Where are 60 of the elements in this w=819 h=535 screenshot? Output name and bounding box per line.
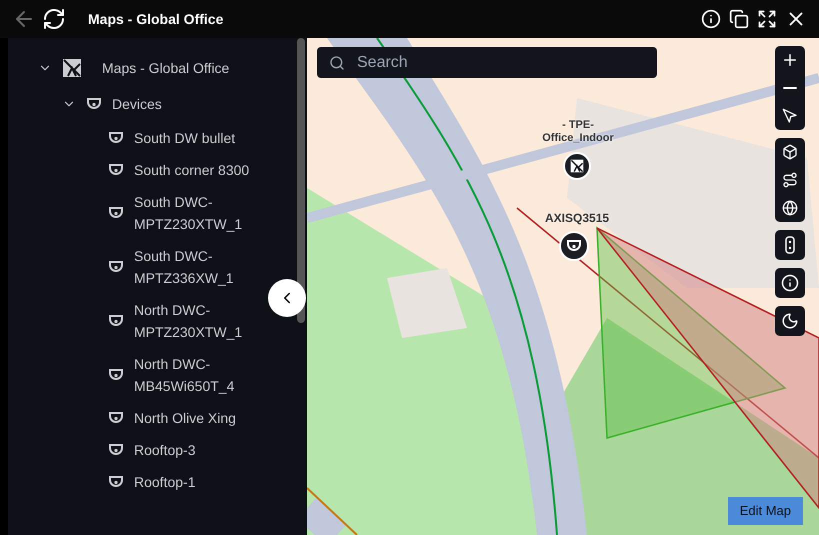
tree-item[interactable]: Devices (62, 86, 162, 122)
camera-icon (108, 367, 124, 383)
search-field[interactable]: Search (317, 47, 657, 78)
tree-item-label: North Olive Xing (134, 409, 236, 428)
tree-item[interactable]: Maps - Global Office (38, 50, 230, 86)
info-icon (781, 274, 799, 292)
scrollbar[interactable] (295, 38, 307, 535)
window-title: Maps - Global Office (88, 10, 224, 29)
edit-map-button[interactable]: Edit Map (728, 497, 803, 525)
tree-item[interactable]: North DWC-MB45Wi650T_4 (108, 348, 268, 402)
tree-item[interactable]: South DWC-MPTZ336XW_1 (108, 240, 268, 294)
tree-item-label: Maps - Global Office (102, 59, 230, 78)
tree-item[interactable]: South DW bullet (108, 122, 236, 154)
tree-item[interactable]: Rooftop-1 (108, 466, 196, 498)
camera-icon (86, 96, 102, 112)
camera-icon (108, 474, 124, 490)
camera-icon (108, 313, 124, 329)
camera-icon (108, 130, 124, 146)
globe-icon (782, 200, 798, 216)
dark-mode-button[interactable] (775, 306, 805, 336)
camera-icon (108, 259, 124, 275)
tree-item-label: South corner 8300 (134, 161, 250, 180)
camera-icon (108, 410, 124, 426)
search-input[interactable]: Search (357, 50, 645, 74)
search-icon (329, 54, 345, 70)
tree-item-label: Rooftop-3 (134, 441, 196, 460)
tree-item[interactable]: Rooftop-3 (108, 434, 196, 466)
camera-label: AXISQ3515 (545, 210, 610, 227)
camera-icon (108, 205, 124, 221)
camera-icon (566, 238, 582, 254)
route-icon (782, 172, 798, 188)
tree-item-label: Devices (112, 95, 162, 114)
tree-item[interactable]: South corner 8300 (108, 154, 250, 186)
windows-icon[interactable] (729, 9, 749, 29)
compass-icon (782, 108, 798, 124)
map-icon (570, 159, 584, 173)
camera-icon (108, 162, 124, 178)
scrollbar-thumb[interactable] (297, 38, 305, 323)
map-label: - TPE-Office_Indoor (541, 119, 615, 145)
tree-item[interactable]: South DWC-MPTZ230XTW_1 (108, 186, 268, 240)
map-icon (62, 58, 82, 78)
tree-item-label: South DW bullet (134, 129, 236, 148)
tree-item-label: South DWC-MPTZ230XTW_1 (134, 193, 244, 234)
traffic-light-icon (785, 236, 795, 254)
cube-icon (782, 144, 798, 160)
tree-item-label: Rooftop-1 (134, 473, 196, 492)
info-button[interactable] (775, 268, 805, 298)
tree-item[interactable]: North DWC-MPTZ230XTW_1 (108, 294, 268, 348)
tree-item-label: North DWC-MPTZ230XTW_1 (134, 301, 244, 342)
refresh-icon[interactable] (42, 7, 66, 31)
fullscreen-icon[interactable] (757, 9, 777, 29)
tree-item-label: South DWC-MPTZ336XW_1 (134, 247, 235, 288)
traffic-light-button[interactable] (775, 230, 805, 260)
moon-icon (781, 312, 799, 330)
plus-icon (781, 51, 799, 69)
info-icon[interactable] (701, 9, 721, 29)
tree-item[interactable]: North Olive Xing (108, 402, 236, 434)
minus-icon (783, 87, 797, 89)
tree-item-label: North DWC-MB45Wi650T_4 (134, 355, 236, 396)
camera-icon (108, 442, 124, 458)
